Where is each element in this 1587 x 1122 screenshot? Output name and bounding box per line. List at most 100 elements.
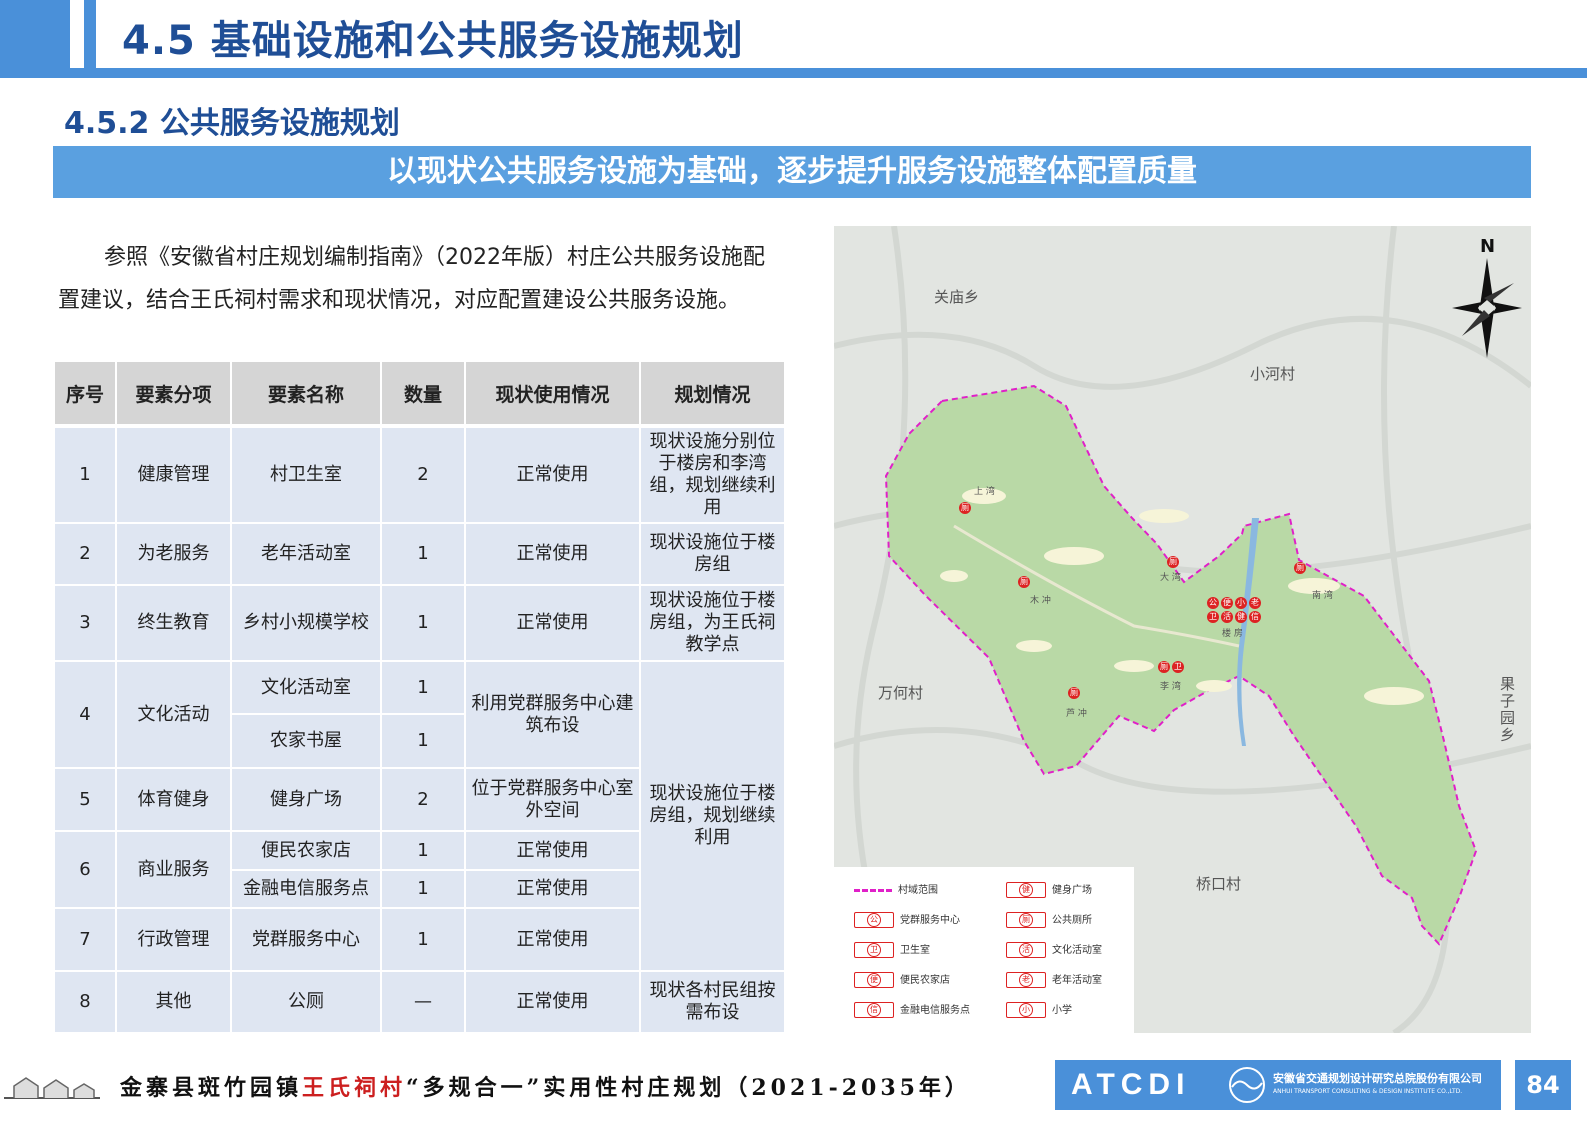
cell-no: 5: [53, 767, 117, 832]
cell-count: 1: [380, 660, 466, 715]
cell-category: 行政管理: [115, 907, 232, 972]
cell-name: 文化活动室: [230, 660, 382, 715]
company-logo-block: ATCDI 安徽省交通规划设计研究总院股份有限公司 ANHUI TRANSPOR…: [1055, 1060, 1501, 1110]
header-cell: 数量: [380, 360, 466, 428]
toilet-icon: 厕: [1006, 912, 1046, 928]
shop-icon: 便: [854, 972, 894, 988]
north-label: N: [1480, 236, 1496, 257]
cell-category: 体育健身: [115, 767, 232, 832]
header-cell: 要素名称: [230, 360, 382, 428]
place-guanmiao: 关庙乡: [934, 288, 980, 306]
legend-label: 党群服务中心: [900, 915, 960, 926]
header-rule: [0, 68, 1587, 78]
cell-name: 村卫生室: [230, 425, 382, 524]
cell-count: 1: [380, 830, 466, 871]
marker-toilet: 厕: [1294, 562, 1306, 574]
marker-school: 小: [1235, 597, 1247, 609]
marker-toilet: 厕: [1018, 576, 1030, 588]
place-wanhe: 万何村: [878, 684, 924, 702]
header-cell: 序号: [53, 360, 117, 428]
place-dawan: 大 湾: [1160, 573, 1181, 583]
intro-paragraph: 参照《安徽省村庄规划编制指南》（2022年版）村庄公共服务设施配置建议，结合王氏…: [58, 245, 765, 313]
footer-post: “多规合一”实用性村庄规划（2021-2035年）: [406, 1075, 971, 1101]
cell-no: 2: [53, 522, 117, 586]
party-center-icon: 公: [854, 912, 894, 928]
logo-text: ATCDI: [1071, 1068, 1191, 1101]
elderly-icon: 老: [1006, 972, 1046, 988]
table-row: 1 健康管理 村卫生室 2 正常使用 现状设施分别位于楼房和李湾组，规划继续利用: [53, 425, 786, 524]
school-icon: 小: [1006, 1002, 1046, 1018]
legend-label: 健身广场: [1052, 885, 1092, 896]
cell-name: 农家书屋: [230, 713, 382, 769]
cell-name: 公厕: [230, 970, 382, 1034]
village-sketch-icon: [4, 1077, 100, 1099]
section-title: 4.5.2 公共服务设施规划: [64, 106, 400, 141]
legend-item: 便便民农家店: [854, 971, 950, 991]
cell-no: 8: [53, 970, 117, 1034]
marker-toilet: 厕: [1158, 661, 1170, 673]
cell-category: 终生教育: [115, 584, 232, 662]
place-loufang: 楼 房: [1222, 629, 1243, 639]
cell-count: 1: [380, 584, 466, 662]
village-map: 关庙乡 小河村 万何村 桥口村 果子园乡 上 湾 大 湾 木 冲 南 湾 楼 房…: [834, 226, 1531, 1033]
legend-label: 老年活动室: [1052, 975, 1102, 986]
cell-no: 1: [53, 425, 117, 524]
cell-name: 便民农家店: [230, 830, 382, 871]
legend-item: 卫卫生室: [854, 941, 930, 961]
cell-plan: 现状设施位于楼房组，为王氏祠教学点: [639, 584, 786, 662]
cell-plan: 现状各村民组按需布设: [639, 970, 786, 1034]
header-accent-bar-2: [84, 0, 96, 72]
facilities-table: 序号 要素分项 要素名称 数量 现状使用情况 规划情况 1 健康管理 村卫生室 …: [53, 360, 786, 1034]
place-nanwan: 南 湾: [1312, 591, 1333, 601]
cell-status: 正常使用: [464, 425, 641, 524]
header-cell: 规划情况: [639, 360, 786, 428]
legend-item: 小小学: [1006, 1001, 1072, 1021]
table-header-row: 序号 要素分项 要素名称 数量 现状使用情况 规划情况: [53, 360, 786, 428]
marker-finance: 信: [1249, 611, 1261, 623]
cell-name: 金融电信服务点: [230, 869, 382, 909]
marker-toilet: 厕: [1068, 687, 1080, 699]
cell-no: 4: [53, 660, 117, 769]
cell-category: 商业服务: [115, 830, 232, 909]
place-qiaokou: 桥口村: [1196, 875, 1242, 893]
footer-title: 金寨县斑竹园镇王氏祠村“多规合一”实用性村庄规划（2021-2035年）: [120, 1070, 971, 1102]
place-liwan: 李 湾: [1160, 682, 1181, 692]
place-guoziyuan: 果子园乡: [1500, 675, 1516, 744]
cell-status: 正常使用: [464, 907, 641, 972]
cell-plan: 现状设施位于楼房组: [639, 522, 786, 586]
cell-count: 2: [380, 767, 466, 832]
cell-status: 正常使用: [464, 584, 641, 662]
cell-status: 正常使用: [464, 522, 641, 586]
cell-name: 乡村小规模学校: [230, 584, 382, 662]
map-legend: 村域范围 健健身广场 公党群服务中心 厕公共厕所 卫卫生室 活文化活动室 便便民…: [834, 867, 1134, 1033]
marker-shop: 便: [1221, 597, 1233, 609]
cell-name: 健身广场: [230, 767, 382, 832]
header-cell: 要素分项: [115, 360, 232, 428]
cell-no: 6: [53, 830, 117, 909]
company-name-en: ANHUI TRANSPORT CONSULTING & DESIGN INST…: [1273, 1088, 1463, 1095]
legend-label: 小学: [1052, 1005, 1072, 1016]
finance-icon: 信: [854, 1002, 894, 1018]
cell-status: 利用党群服务中心建筑布设: [464, 660, 641, 769]
cell-no: 3: [53, 584, 117, 662]
marker-fitness: 健: [1235, 611, 1247, 623]
cell-plan: 现状设施分别位于楼房和李湾组，规划继续利用: [639, 425, 786, 524]
legend-label: 公共厕所: [1052, 915, 1092, 926]
legend-item: 老老年活动室: [1006, 971, 1102, 991]
page-title: 4.5 基础设施和公共服务设施规划: [122, 18, 744, 64]
footer-pre: 金寨县斑竹园镇: [120, 1075, 303, 1101]
place-shangwan: 上 湾: [974, 487, 995, 497]
cell-count: 1: [380, 907, 466, 972]
header-cell: 现状使用情况: [464, 360, 641, 428]
table-row: 4 文化活动 文化活动室 1 利用党群服务中心建筑布设 现状设施位于楼房组，规划…: [53, 660, 786, 972]
marker-toilet: 厕: [1167, 556, 1179, 568]
north-arrow: N: [1452, 236, 1522, 358]
table-row: 8 其他 公厕 — 正常使用 现状各村民组按需布设: [53, 970, 786, 1034]
cell-category: 文化活动: [115, 660, 232, 769]
clinic-icon: 卫: [854, 942, 894, 958]
marker-elderly: 老: [1249, 597, 1261, 609]
fitness-icon: 健: [1006, 882, 1046, 898]
legend-item: 活文化活动室: [1006, 941, 1102, 961]
company-emblem-icon: [1229, 1067, 1265, 1103]
table-row: 3 终生教育 乡村小规模学校 1 正常使用 现状设施位于楼房组，为王氏祠教学点: [53, 584, 786, 662]
